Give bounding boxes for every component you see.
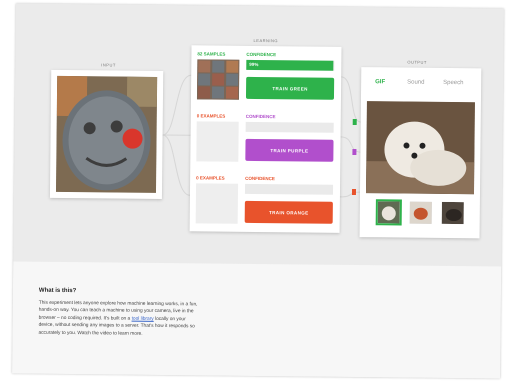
tab-sound[interactable]: Sound (407, 80, 424, 86)
green-sample-thumbnails (196, 59, 240, 100)
output-thumb-green[interactable] (375, 199, 402, 226)
green-confidence-label: CONFIDENCE (246, 51, 277, 58)
tab-gif[interactable]: GIF (375, 79, 385, 85)
output-thumb-orange[interactable] (441, 201, 464, 225)
dog-gif-photo-icon (365, 101, 475, 195)
class-row-green: 82 SAMPLES CONFIDENCE 99% TRAIN GREEN (191, 49, 342, 111)
green-samples-count: 82 SAMPLES (197, 51, 226, 57)
about-link[interactable]: tool library (132, 316, 154, 321)
page: input learning output (12, 3, 504, 379)
purple-connector-dot (352, 148, 357, 156)
orange-confidence-label: CONFIDENCE (245, 175, 275, 182)
purple-confidence-bar (245, 121, 334, 133)
purple-sample-thumbnails (196, 121, 239, 162)
output-thumb-purple[interactable] (409, 201, 432, 224)
green-confidence-bar: 99% (246, 59, 335, 71)
orange-sample-thumbnails (195, 183, 239, 224)
train-green-button[interactable]: TRAIN GREEN (245, 76, 335, 100)
learning-card: 82 SAMPLES CONFIDENCE 99% TRAIN GREEN 0 … (189, 45, 342, 235)
green-confidence-value: 99% (249, 61, 259, 67)
about-title: What is this? (38, 287, 77, 295)
webcam-photo-icon (55, 75, 158, 193)
class-row-orange: 0 EXAMPLES CONFIDENCE TRAIN ORANGE (190, 173, 341, 235)
green-connector-dot (352, 118, 357, 126)
orange-confidence-bar (244, 183, 334, 195)
train-orange-button[interactable]: TRAIN ORANGE (244, 200, 333, 224)
class-row-purple: 0 EXAMPLES CONFIDENCE TRAIN PURPLE (190, 111, 341, 173)
purple-confidence-label: CONFIDENCE (245, 113, 276, 120)
input-card (49, 69, 164, 199)
green-confidence-fill (246, 59, 334, 71)
output-card: GIF Sound Speech (359, 67, 482, 239)
train-purple-button[interactable]: TRAIN PURPLE (245, 138, 334, 162)
orange-connector-dot (351, 188, 357, 196)
about-body: This experiment lets anyone explore how … (38, 300, 198, 339)
orange-samples-count: 0 EXAMPLES (196, 175, 225, 181)
purple-samples-count: 0 EXAMPLES (196, 113, 226, 119)
tab-speech[interactable]: Speech (443, 80, 463, 86)
app-area: input learning output (13, 3, 504, 267)
